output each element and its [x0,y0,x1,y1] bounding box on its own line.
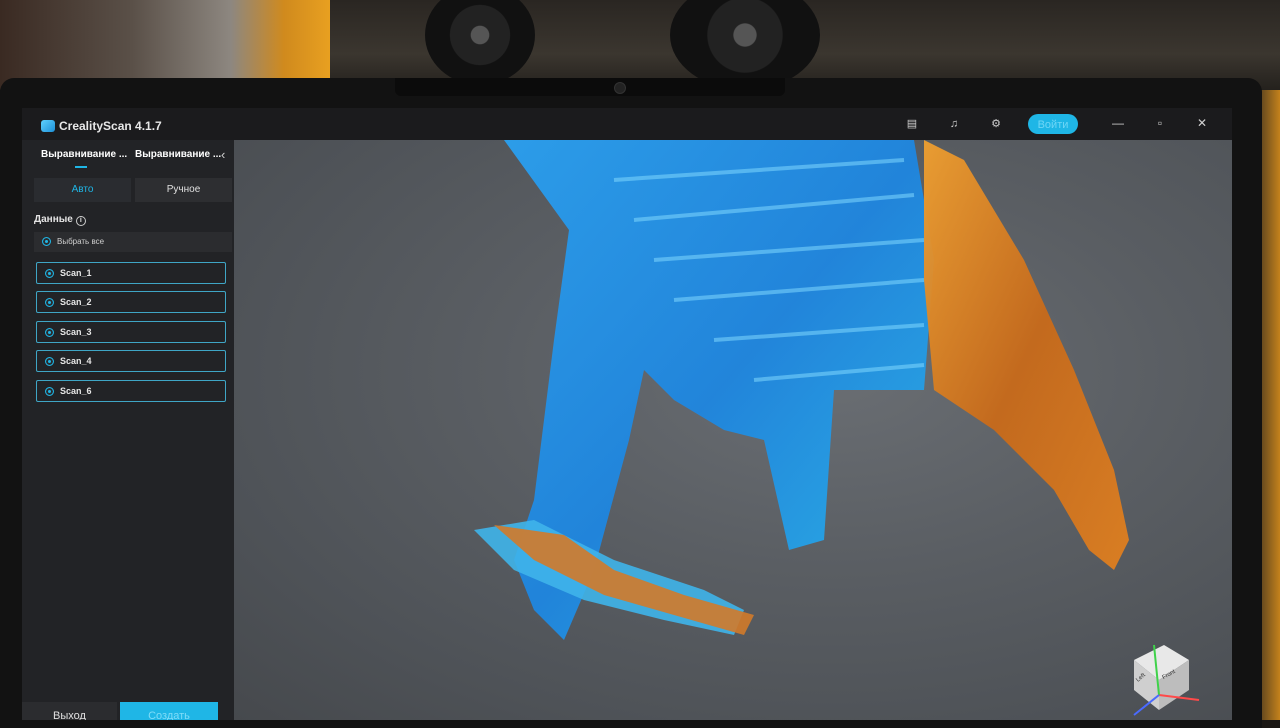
scan-label: Scan_1 [60,268,92,278]
tab-bar: Выравнивание ... Выравнивание ... ‹ [22,140,234,172]
radio-icon [45,357,54,367]
scan-item-1[interactable]: Scan_1 [36,262,226,284]
scan-mesh-orange [924,140,1129,570]
info-icon[interactable]: i [75,216,86,226]
point-cloud [474,140,1200,716]
select-all-label: Выбрать все [57,237,105,246]
login-button[interactable]: Войти [1028,114,1078,134]
background-photo-right [980,0,1280,90]
sidebar: Выравнивание ... Выравнивание ... ‹ Авто… [22,140,234,720]
title-bar: CrealityScan 4.1.7 ▤ ♫ ⚙ Войти — ▫ ✕ [22,108,1232,140]
document-icon[interactable]: ▤ [905,117,919,131]
maximize-icon[interactable]: ▫ [1151,115,1169,131]
view-gizmo[interactable] [1133,644,1200,716]
create-plane-button[interactable]: Создать плоскость [120,702,218,720]
scan-item-6[interactable]: Scan_6 [36,380,226,402]
3d-viewport[interactable]: Left Front [234,140,1232,720]
scan-label: Scan_6 [60,386,92,396]
exit-button[interactable]: Выход [22,702,117,720]
auto-mode-button[interactable]: Авто [34,178,131,202]
radio-icon [45,298,54,308]
scan-item-4[interactable]: Scan_4 [36,350,226,372]
tab-alignment-1[interactable]: Выравнивание ... [41,149,127,160]
app-logo-icon [41,120,55,132]
app-window: CrealityScan 4.1.7 ▤ ♫ ⚙ Войти — ▫ ✕ Выр… [22,108,1232,720]
data-section-label: Данные i [34,214,86,226]
laptop-camera-bar [395,78,785,96]
close-icon[interactable]: ✕ [1193,115,1211,131]
scan-label: Scan_2 [60,297,92,307]
minimize-icon[interactable]: — [1109,115,1127,131]
background-photo-left [0,0,330,90]
manual-mode-button[interactable]: Ручное [135,178,232,202]
radio-icon [45,328,54,338]
app-title: CrealityScan 4.1.7 [59,119,162,133]
radio-icon [42,237,51,247]
active-tab-indicator [75,166,87,168]
support-icon[interactable]: ♫ [947,117,961,131]
scan-label: Scan_4 [60,356,92,366]
tab-alignment-2[interactable]: Выравнивание ... [135,149,221,160]
scan-item-2[interactable]: Scan_2 [36,291,226,313]
scan-label: Scan_3 [60,327,92,337]
webcam [614,82,626,94]
select-all-option[interactable]: Выбрать все [34,232,232,252]
collapse-chevron-icon[interactable]: ‹ [221,147,225,162]
radio-icon [45,269,54,279]
scan-item-3[interactable]: Scan_3 [36,321,226,343]
settings-icon[interactable]: ⚙ [989,117,1003,131]
radio-icon [45,387,54,397]
